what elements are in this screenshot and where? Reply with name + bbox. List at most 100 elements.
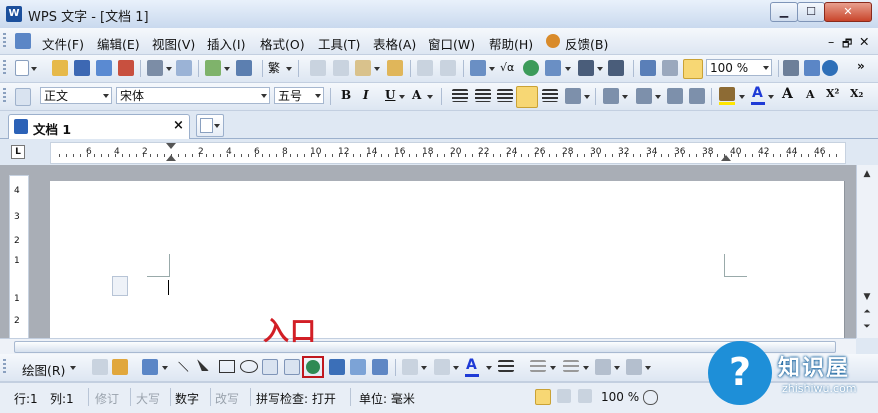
italic-button[interactable]: I [363, 88, 369, 102]
chart-icon[interactable] [608, 60, 624, 76]
font-color-button[interactable]: A [752, 85, 763, 101]
paste-icon[interactable] [355, 60, 371, 76]
align-center-icon[interactable] [475, 89, 491, 102]
vertical-scrollbar[interactable]: ▲ ▼ ⏶ ⏷ [856, 165, 878, 338]
drawing-dropdown-arrow[interactable] [70, 366, 76, 370]
font-dropdown-arrow[interactable] [258, 88, 269, 103]
arrow-style-dropdown-arrow[interactable] [583, 366, 589, 370]
line-color-icon[interactable] [434, 359, 450, 375]
arrow-style-icon[interactable] [563, 360, 579, 372]
copy-icon[interactable] [310, 60, 326, 76]
select-objects-icon[interactable] [92, 359, 108, 375]
print-dropdown-arrow[interactable] [166, 67, 172, 71]
numbered-list-icon[interactable] [603, 88, 619, 104]
highlight-dropdown-arrow[interactable] [739, 95, 745, 99]
doc-restore-button[interactable]: 🗗 [840, 33, 854, 56]
bullet-dropdown-arrow[interactable] [655, 95, 661, 99]
horizontal-ruler[interactable]: 6 4 2 2 4 6 8 10 12 14 16 18 20 22 24 26 28 30 32 34 36 38 40 4… [50, 142, 846, 164]
new-document-icon[interactable] [15, 60, 29, 76]
decrease-indent-icon[interactable] [667, 88, 683, 104]
new-dropdown-arrow[interactable] [31, 67, 37, 71]
web-icon[interactable] [523, 60, 539, 76]
grow-font-button[interactable]: A [782, 86, 793, 102]
text-effects-button[interactable]: A [412, 88, 421, 102]
bold-button[interactable]: B [341, 88, 351, 102]
menu-tools[interactable]: 工具(T) [316, 32, 362, 55]
document-tab[interactable]: 文档 1 × [8, 114, 190, 139]
hanging-indent-marker[interactable] [166, 155, 176, 161]
save-as-icon[interactable] [96, 60, 112, 76]
line-icon[interactable] [177, 361, 189, 373]
toolbar-grip[interactable] [3, 33, 6, 49]
fill-color-icon[interactable] [402, 359, 418, 375]
online-shapes-icon[interactable] [306, 360, 320, 374]
format-painter-icon[interactable] [387, 60, 403, 76]
numbering-dropdown-arrow[interactable] [622, 95, 628, 99]
insert-dropdown-arrow[interactable] [224, 67, 230, 71]
doc-minimize-button[interactable]: – [826, 32, 836, 51]
shadow-dropdown-arrow[interactable] [614, 366, 620, 370]
menu-edit[interactable]: 编辑(E) [95, 32, 142, 55]
page-setup-icon[interactable] [236, 60, 252, 76]
maximize-button[interactable]: ☐ [797, 2, 825, 22]
ellipse-icon[interactable] [240, 360, 258, 373]
document-map-icon[interactable] [640, 60, 656, 76]
line-color-dropdown-arrow[interactable] [453, 366, 459, 370]
status-overwrite[interactable]: 改写 [215, 390, 239, 407]
print-preview-icon[interactable] [176, 60, 192, 76]
shadow-icon[interactable] [595, 359, 611, 375]
subscript-button[interactable]: X₂ [850, 87, 863, 100]
document-page[interactable] [50, 181, 844, 338]
align-right-icon[interactable] [497, 89, 513, 102]
align-left-icon[interactable] [452, 89, 468, 102]
picture-icon[interactable] [350, 359, 366, 375]
effects-dropdown-arrow[interactable] [427, 95, 433, 99]
minimize-button[interactable]: ▁ [770, 2, 798, 22]
table-icon[interactable] [545, 60, 561, 76]
toolbar-overflow-button[interactable]: » [857, 59, 865, 73]
menu-insert[interactable]: 插入(I) [205, 32, 247, 55]
table-dropdown-arrow[interactable] [489, 67, 495, 71]
menu-file[interactable]: 文件(F) [40, 32, 86, 55]
columns-dropdown-arrow[interactable] [597, 67, 603, 71]
menu-window[interactable]: 窗口(W) [426, 32, 477, 55]
open-folder-icon[interactable] [52, 60, 68, 76]
toolbar-grip[interactable] [3, 88, 6, 104]
3d-dropdown-arrow[interactable] [645, 366, 651, 370]
undo-icon[interactable] [417, 60, 433, 76]
shapes-dropdown-arrow[interactable] [162, 366, 168, 370]
web-view-icon[interactable] [578, 389, 592, 403]
vertical-text-box-icon[interactable] [284, 359, 300, 375]
paste-dropdown-arrow[interactable] [374, 67, 380, 71]
style-combobox[interactable]: 正文 [40, 87, 112, 104]
new-tab-button[interactable] [196, 114, 224, 137]
font-combobox[interactable]: 宋体 [116, 87, 270, 104]
line-style-icon[interactable] [498, 360, 514, 372]
font-size-combobox[interactable]: 五号 [274, 87, 324, 104]
table2-dropdown-arrow[interactable] [565, 67, 571, 71]
toolbar-grip[interactable] [3, 359, 6, 375]
highlight-icon[interactable] [719, 87, 735, 101]
zoom-dropdown-arrow[interactable] [760, 60, 771, 75]
shrink-font-button[interactable]: A [806, 88, 815, 101]
online-icon[interactable] [822, 60, 838, 76]
menu-view[interactable]: 视图(V) [150, 32, 197, 55]
tab-stop-selector[interactable]: L [11, 145, 25, 159]
cut-icon[interactable] [333, 60, 349, 76]
font-color-dropdown-arrow[interactable] [768, 95, 774, 99]
paragraph-marks-icon[interactable] [683, 59, 703, 79]
new-tab-dropdown-arrow[interactable] [214, 124, 220, 128]
zoom-out-icon[interactable] [643, 390, 658, 405]
font-size-dropdown-arrow[interactable] [312, 88, 323, 103]
wordart-icon[interactable] [329, 359, 345, 375]
columns-icon[interactable] [578, 60, 594, 76]
toolbar-grip[interactable] [3, 60, 6, 76]
menu-format[interactable]: 格式(O) [258, 32, 307, 55]
show-marks-icon[interactable] [662, 60, 678, 76]
dash-style-icon[interactable] [530, 360, 546, 372]
export-pdf-icon[interactable] [118, 60, 134, 76]
insert-table-icon[interactable] [470, 60, 486, 76]
underline-dropdown-arrow[interactable] [399, 95, 405, 99]
left-indent-marker[interactable] [166, 143, 176, 149]
superscript-button[interactable]: X² [826, 87, 839, 100]
